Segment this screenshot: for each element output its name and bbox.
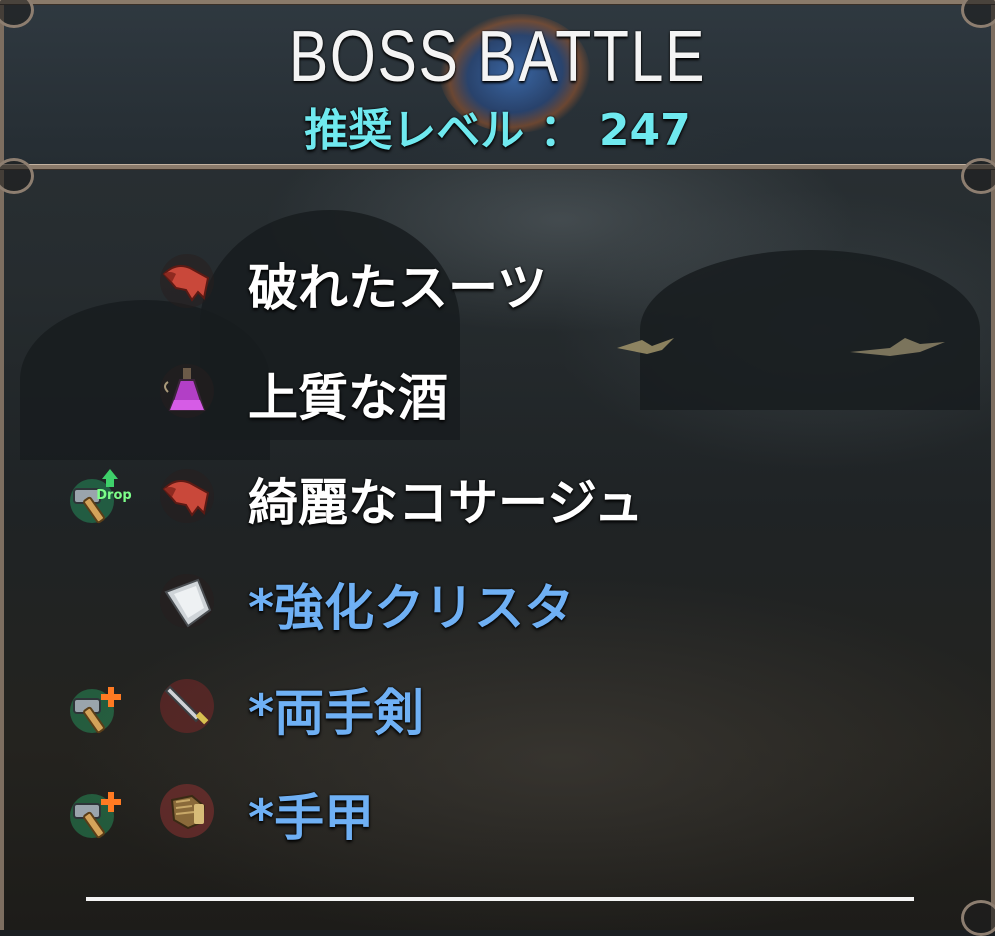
list-item: 破れたスーツ [0, 230, 995, 330]
frame-ornament [961, 158, 995, 194]
item-name: *強化クリスタ [248, 579, 575, 637]
item-name: 破れたスーツ [248, 259, 547, 317]
item-name: *手甲 [248, 789, 375, 847]
torn-cloth-icon [160, 469, 214, 523]
item-name: *両手剣 [248, 684, 425, 742]
list-item: *強化クリスタ [0, 550, 995, 650]
torn-cloth-icon [160, 254, 214, 308]
recommended-level: 推奨レベル ： 247 [304, 105, 691, 156]
page-title: BOSS BATTLE [288, 17, 707, 97]
list-item: 上質な酒 [0, 340, 995, 440]
potion-flask-icon [160, 364, 214, 418]
frame-top [0, 0, 995, 4]
hammer-plus-icon [70, 792, 121, 839]
item-name: 綺麗なコサージュ [248, 474, 644, 532]
crystal-icon [160, 574, 214, 628]
frame-ornament [961, 900, 995, 936]
list-item: *両手剣 [0, 655, 995, 755]
gauntlet-icon [160, 784, 214, 838]
list-item: Drop 綺麗なコサージュ [0, 445, 995, 545]
drop-badge-text: Drop [96, 488, 131, 503]
divider-line [86, 897, 914, 901]
list-item: *手甲 [0, 760, 995, 860]
sword-icon [160, 679, 214, 733]
hammer-drop-icon: Drop [70, 469, 132, 524]
frame-divider [0, 165, 995, 169]
item-name: 上質な酒 [248, 369, 448, 427]
hammer-plus-icon [70, 687, 121, 734]
